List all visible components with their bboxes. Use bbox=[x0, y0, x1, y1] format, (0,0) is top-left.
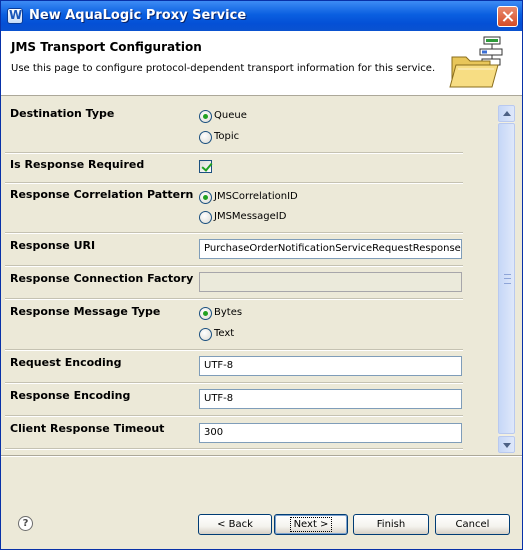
response-encoding-label: Response Encoding bbox=[10, 389, 131, 402]
wizard-header: JMS Transport Configuration Use this pag… bbox=[1, 31, 522, 96]
response-encoding-input[interactable]: UTF-8 bbox=[199, 389, 462, 409]
client-response-timeout-label: Client Response Timeout bbox=[10, 422, 165, 435]
response-connection-factory-input bbox=[199, 272, 462, 292]
wizard-folder-icon bbox=[449, 36, 503, 88]
app-icon bbox=[7, 8, 23, 24]
separator bbox=[5, 298, 463, 300]
back-button-label: < Back bbox=[217, 519, 253, 530]
request-encoding-label: Request Encoding bbox=[10, 356, 122, 369]
response-uri-label: Response URI bbox=[10, 239, 96, 252]
correlation-pattern-label: Response Correlation Pattern bbox=[10, 188, 194, 201]
window-title: New AquaLogic Proxy Service bbox=[29, 8, 247, 23]
separator bbox=[5, 382, 463, 384]
next-button[interactable]: Next > bbox=[274, 514, 348, 535]
separator bbox=[5, 349, 463, 351]
radio-topic-label[interactable]: Topic bbox=[214, 131, 239, 142]
radio-bytes[interactable] bbox=[199, 307, 212, 320]
radio-text-label[interactable]: Text bbox=[214, 328, 234, 339]
radio-jms-message-id-label[interactable]: JMSMessageID bbox=[214, 211, 286, 222]
wizard-dialog: New AquaLogic Proxy Service JMS Transpor… bbox=[0, 0, 523, 550]
page-title: JMS Transport Configuration bbox=[11, 40, 202, 54]
page-description: Use this page to configure protocol-depe… bbox=[11, 63, 436, 74]
radio-queue-label[interactable]: Queue bbox=[214, 110, 247, 121]
radio-queue[interactable] bbox=[199, 110, 212, 123]
footer-separator bbox=[1, 455, 522, 457]
client-response-timeout-input[interactable]: 300 bbox=[199, 423, 462, 443]
title-bar[interactable]: New AquaLogic Proxy Service bbox=[1, 1, 522, 31]
scroll-down-button[interactable] bbox=[498, 436, 515, 453]
checkmark-icon bbox=[201, 160, 213, 172]
next-button-label: Next > bbox=[289, 517, 333, 532]
finish-button[interactable]: Finish bbox=[353, 514, 429, 535]
back-button[interactable]: < Back bbox=[198, 514, 272, 535]
arrow-down-icon bbox=[503, 443, 511, 448]
scroll-up-button[interactable] bbox=[498, 105, 515, 122]
response-uri-input[interactable]: PurchaseOrderNotificationServiceRequestR… bbox=[199, 239, 462, 259]
response-required-checkbox[interactable] bbox=[199, 160, 213, 173]
separator bbox=[5, 152, 463, 154]
cancel-button[interactable]: Cancel bbox=[435, 514, 510, 535]
help-icon[interactable]: ? bbox=[18, 516, 33, 531]
destination-type-label: Destination Type bbox=[10, 107, 115, 120]
radio-topic[interactable] bbox=[199, 131, 212, 144]
finish-button-label: Finish bbox=[376, 519, 406, 530]
vertical-scrollbar[interactable] bbox=[498, 105, 515, 453]
radio-bytes-label[interactable]: Bytes bbox=[214, 307, 242, 318]
response-message-type-label: Response Message Type bbox=[10, 305, 161, 318]
form-area: Destination Type Queue Topic Is Response… bbox=[1, 98, 522, 455]
separator bbox=[5, 448, 463, 450]
cancel-button-label: Cancel bbox=[455, 519, 490, 530]
radio-jms-correlation-id[interactable] bbox=[199, 191, 212, 204]
separator bbox=[5, 182, 463, 184]
radio-text[interactable] bbox=[199, 328, 212, 341]
arrow-up-icon bbox=[503, 111, 511, 116]
close-button[interactable] bbox=[497, 6, 518, 27]
request-encoding-input[interactable]: UTF-8 bbox=[199, 356, 462, 376]
scroll-thumb[interactable] bbox=[498, 123, 515, 434]
response-connection-factory-label: Response Connection Factory bbox=[10, 272, 194, 285]
response-required-label: Is Response Required bbox=[10, 158, 145, 171]
separator bbox=[5, 415, 463, 417]
separator bbox=[5, 232, 463, 234]
grip-icon bbox=[504, 274, 511, 284]
radio-jms-message-id[interactable] bbox=[199, 211, 212, 224]
separator bbox=[5, 265, 463, 267]
radio-jms-correlation-id-label[interactable]: JMSCorrelationID bbox=[214, 191, 298, 202]
